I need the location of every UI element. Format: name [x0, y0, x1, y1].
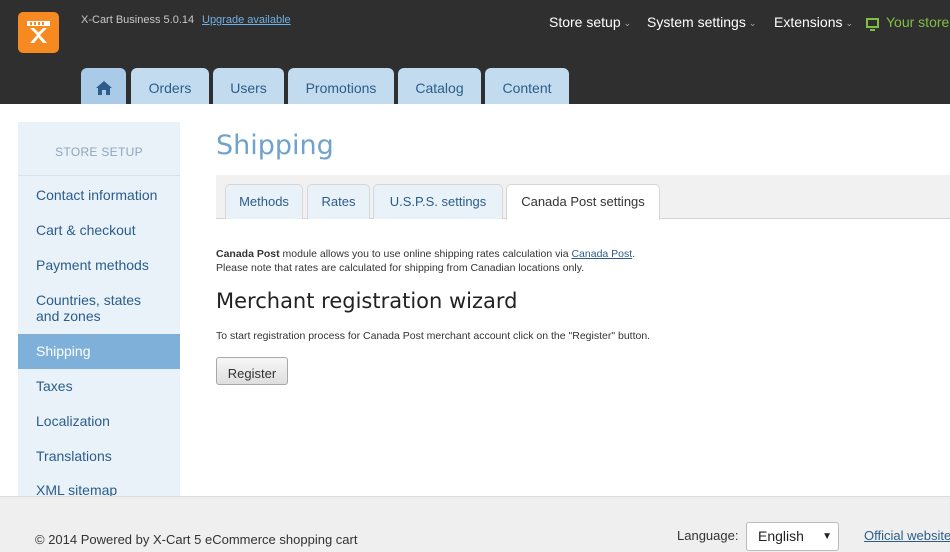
tab-methods[interactable]: Methods [225, 184, 303, 219]
sidebar: STORE SETUP Contact information Cart & c… [18, 122, 180, 496]
top-header: X-Cart Business 5.0.14 Upgrade available… [0, 0, 950, 104]
sidebar-item-translations[interactable]: Translations [18, 448, 180, 464]
tab-rates[interactable]: Rates [307, 184, 370, 219]
canada-post-link[interactable]: Canada Post [571, 248, 632, 260]
language-label: Language: [677, 528, 739, 543]
sidebar-item-contact-information[interactable]: Contact information [18, 187, 180, 203]
tab-catalog[interactable]: Catalog [398, 68, 481, 104]
nav-extensions[interactable]: Extensions ⌄ [774, 14, 853, 30]
register-instructions: To start registration process for Canada… [216, 330, 651, 342]
copyright: © 2014 Powered by X-Cart 5 eCommerce sho… [35, 532, 358, 547]
upgrade-link[interactable]: Upgrade available [202, 14, 291, 26]
tab-usps-settings[interactable]: U.S.P.S. settings [373, 184, 503, 219]
chevron-down-icon: ⌄ [748, 18, 757, 28]
sidebar-item-payment-methods[interactable]: Payment methods [18, 257, 180, 273]
nav-label: Store setup [549, 14, 621, 30]
wizard-title: Merchant registration wizard [216, 289, 518, 313]
sidebar-item-shipping[interactable]: Shipping [18, 334, 180, 369]
nav-label: Extensions [774, 14, 843, 30]
register-button[interactable]: Register [216, 357, 288, 385]
tab-content[interactable]: Content [485, 68, 569, 104]
your-store-link[interactable]: Your store [866, 14, 950, 31]
tab-orders[interactable]: Orders [131, 68, 209, 104]
shipping-tabs: Methods Rates U.S.P.S. settings Canada P… [216, 175, 950, 220]
module-description: Canada Post module allows you to use onl… [216, 247, 635, 275]
tab-home[interactable] [81, 68, 126, 104]
sidebar-item-localization[interactable]: Localization [18, 413, 180, 429]
sidebar-item-cart-checkout[interactable]: Cart & checkout [18, 222, 180, 238]
nav-store-setup[interactable]: Store setup ⌄ [549, 14, 631, 30]
description-note: Please note that rates are calculated fo… [216, 262, 585, 274]
version-label: X-Cart Business 5.0.14 [81, 14, 195, 26]
language-value: English [758, 528, 804, 544]
xcart-logo-icon[interactable] [18, 12, 59, 53]
chevron-down-icon: ⌄ [845, 18, 854, 28]
nav-label: System settings [647, 14, 746, 30]
nav-system-settings[interactable]: System settings ⌄ [647, 14, 756, 30]
description-period: . [632, 248, 636, 260]
sidebar-item-xml-sitemap[interactable]: XML sitemap [18, 482, 180, 496]
your-store-label: Your store [886, 14, 950, 30]
language-select[interactable]: English ▼ [746, 522, 839, 551]
dropdown-arrow-icon: ▼ [822, 531, 832, 542]
monitor-icon [866, 18, 879, 31]
sidebar-item-taxes[interactable]: Taxes [18, 378, 180, 394]
home-icon [95, 81, 112, 95]
tab-users[interactable]: Users [213, 68, 284, 104]
footer: © 2014 Powered by X-Cart 5 eCommerce sho… [0, 496, 950, 552]
page-title: Shipping [216, 130, 334, 161]
official-website-link[interactable]: Official website [864, 528, 950, 543]
module-name: Canada Post [216, 248, 280, 260]
sidebar-heading: STORE SETUP [18, 122, 180, 176]
sidebar-item-countries-states-zones[interactable]: Countries, states and zones [18, 292, 168, 324]
tab-promotions[interactable]: Promotions [288, 68, 394, 104]
tab-canada-post-settings[interactable]: Canada Post settings [506, 184, 660, 220]
chevron-down-icon: ⌄ [623, 18, 632, 28]
description-text: module allows you to use online shipping… [282, 248, 569, 260]
